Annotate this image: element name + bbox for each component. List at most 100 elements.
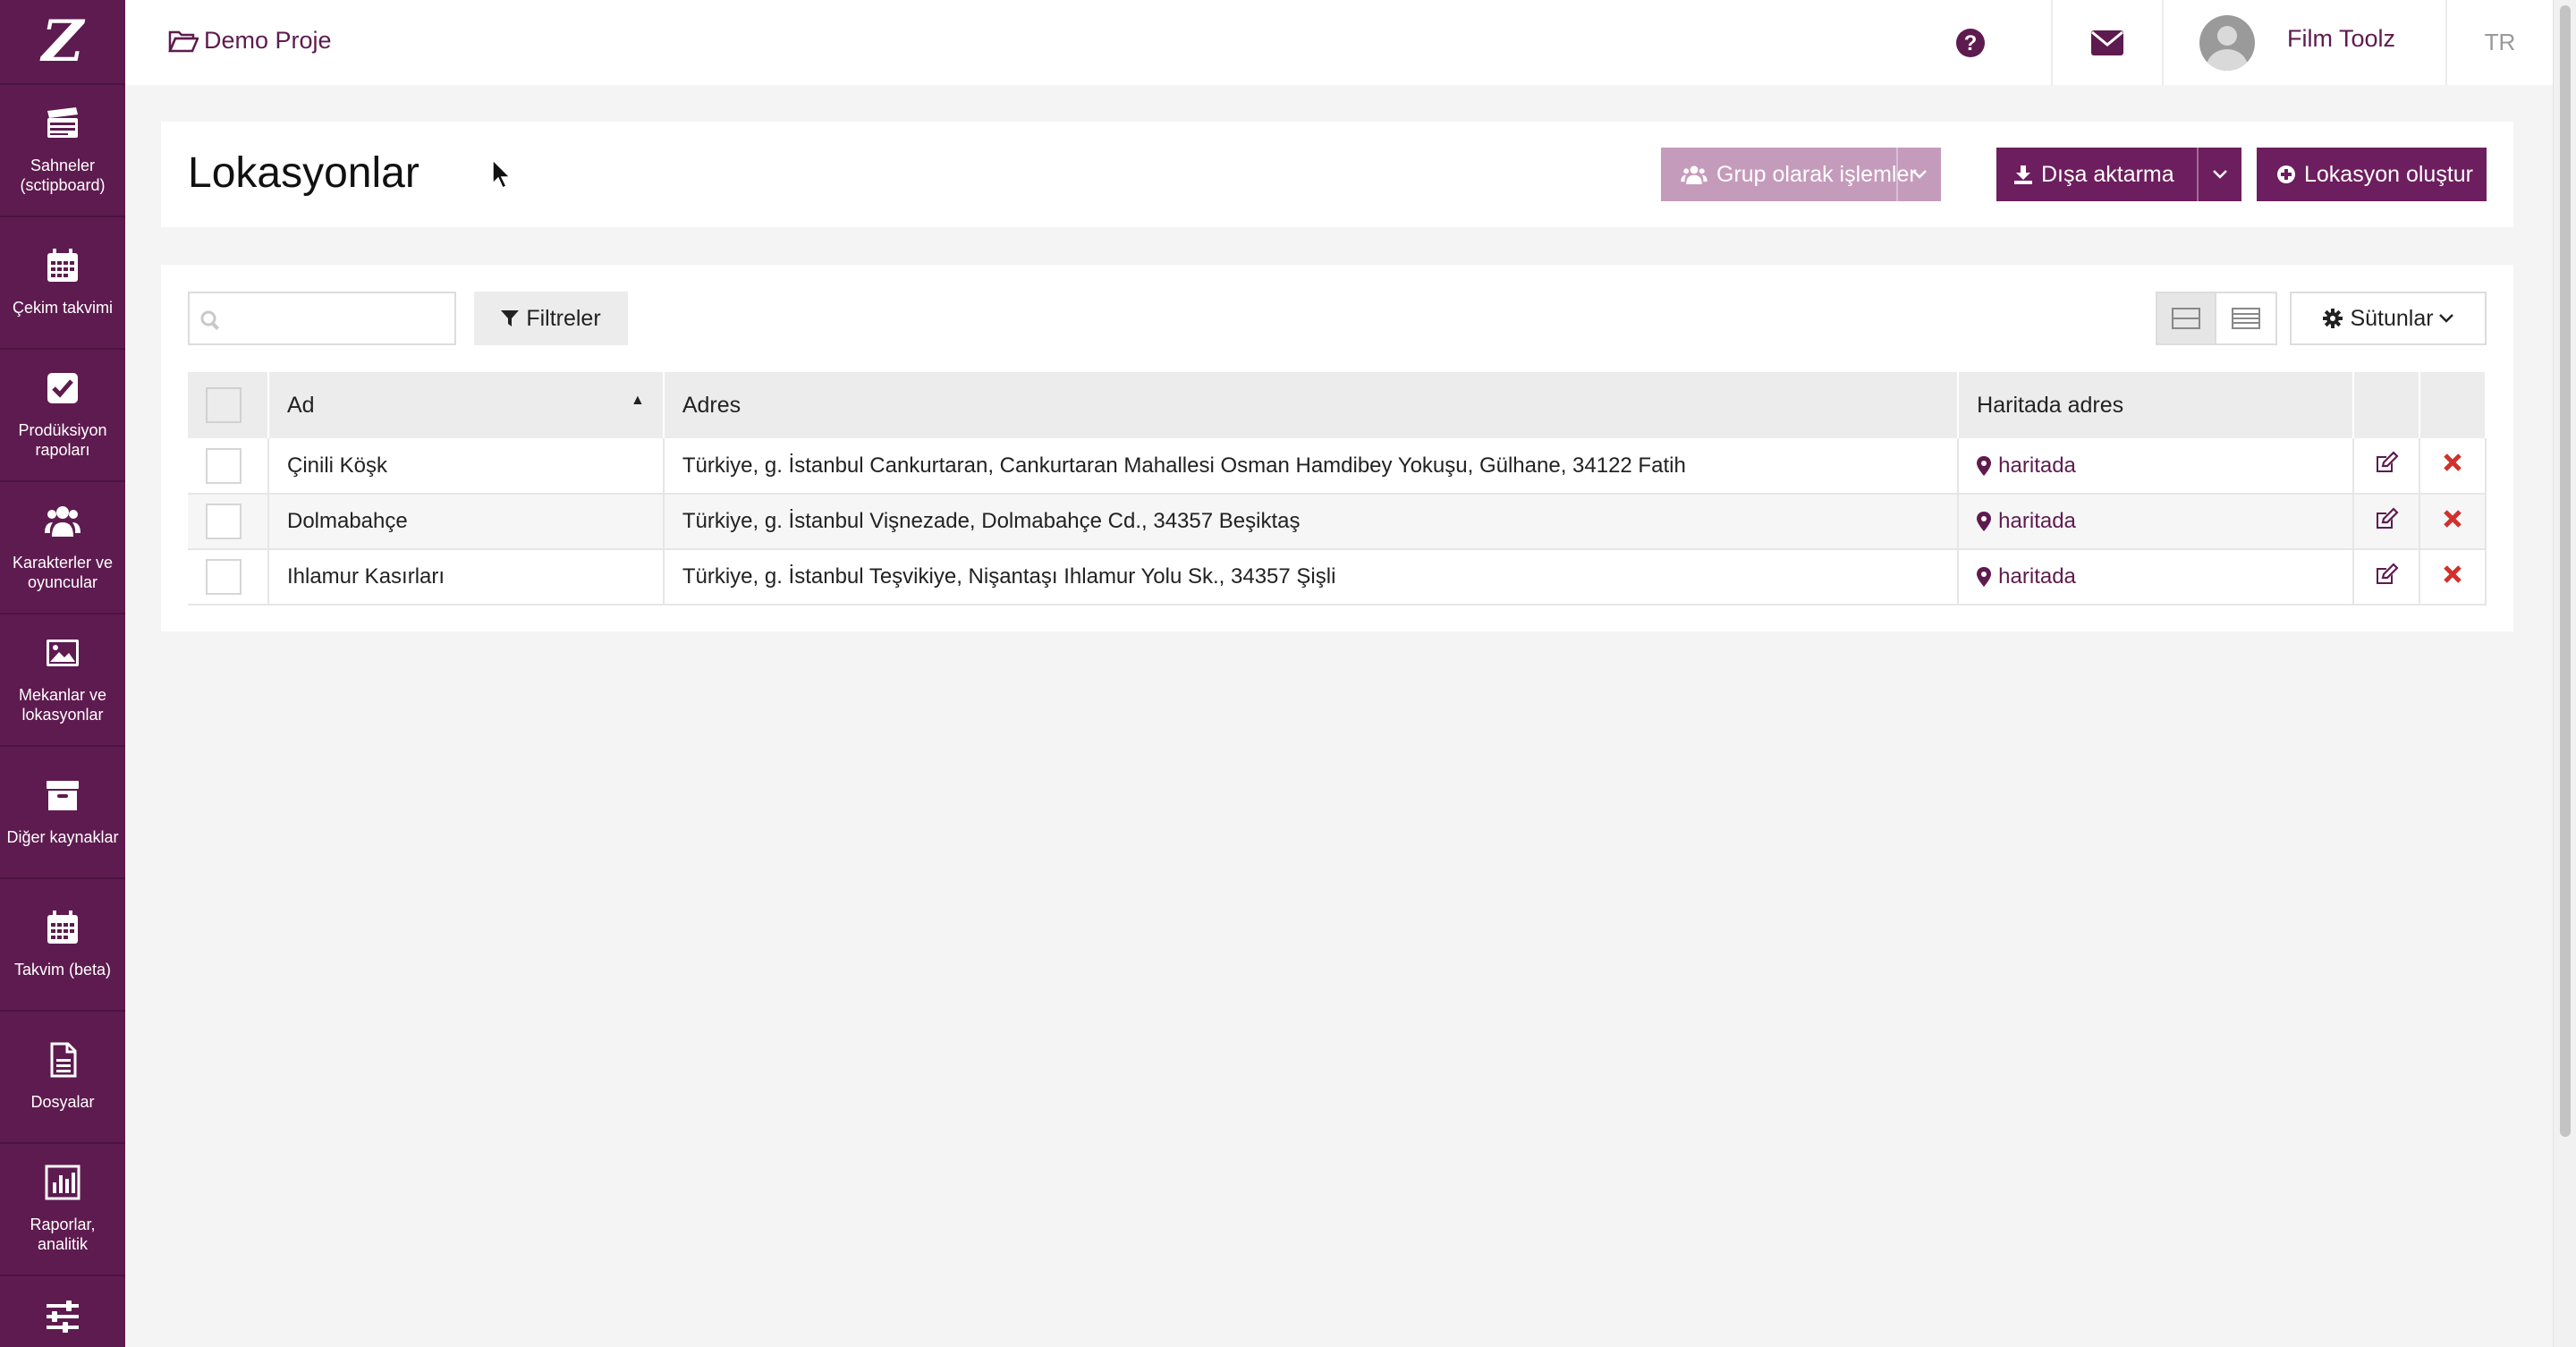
table-header-row: Ad ▲ Adres Haritada adres	[188, 372, 2487, 438]
sidebar-item-shooting-schedule[interactable]: Çekim takvimi	[0, 217, 125, 350]
edit-icon[interactable]	[2374, 562, 2399, 586]
location-name: Dolmabahçe	[267, 494, 665, 550]
sliders-icon	[47, 1300, 79, 1333]
users-icon	[1681, 165, 1707, 184]
list-icon	[2232, 308, 2260, 329]
page-title: Lokasyonlar	[188, 149, 419, 197]
row-checkbox[interactable]	[206, 447, 242, 484]
svg-text:?: ?	[1964, 31, 1978, 55]
sidebar-item-characters[interactable]: Karakterler ve oyuncular	[0, 482, 125, 614]
select-all-checkbox[interactable]	[206, 387, 242, 423]
sidebar-item-label: Karakterler ve oyuncular	[12, 554, 114, 591]
user-name: Film Toolz	[2286, 25, 2395, 52]
sidebar-item-label: Takvim (beta)	[13, 961, 112, 978]
page-header: Lokasyonlar Grup olarak işlemler Dışa ak…	[161, 122, 2513, 227]
location-name: Ihlamur Kasırları	[267, 549, 665, 606]
location-name: Çinili Köşk	[267, 438, 665, 495]
sidebar: Z Sahneler (sctipboard) Çekim takvimi Pr…	[0, 0, 125, 1347]
topbar: Demo Proje ? Film Toolz TR	[125, 0, 2553, 85]
compact-view-button[interactable]	[2157, 293, 2216, 343]
filters-button[interactable]: Filtreler	[474, 292, 628, 345]
app-logo[interactable]: Z	[0, 0, 125, 85]
map-link-label: haritada	[1998, 564, 2076, 589]
sidebar-item-scenes[interactable]: Sahneler (sctipboard)	[0, 85, 125, 217]
table-row: Çinili Köşk Türkiye, g. İstanbul Cankurt…	[188, 438, 2487, 495]
select-all-cell	[188, 372, 269, 438]
edit-cell	[2353, 494, 2420, 550]
avatar	[2199, 14, 2255, 71]
sidebar-item-label: Çekim takvimi	[12, 299, 113, 317]
sidebar-item-label: Dosyalar	[30, 1093, 95, 1111]
envelope-icon	[2090, 30, 2123, 55]
list-view-button[interactable]	[2216, 293, 2275, 343]
filter-icon	[501, 310, 520, 326]
map-link[interactable]: haritada	[1977, 509, 2334, 534]
create-location-button[interactable]: Lokasyon oluştur	[2257, 148, 2487, 201]
messages-button[interactable]	[2050, 0, 2162, 85]
project-selector[interactable]: Demo Proje	[168, 27, 332, 55]
archive-icon	[47, 781, 79, 810]
search-icon	[200, 310, 219, 330]
export-label: Dışa aktarma	[2041, 161, 2174, 187]
sidebar-item-reports[interactable]: Raporlar, analitik	[0, 1144, 125, 1276]
sidebar-item-label: Raporlar, analitik	[30, 1216, 96, 1253]
download-icon	[2014, 165, 2032, 184]
column-header-label: Ad	[286, 392, 315, 418]
column-header-address[interactable]: Adres	[663, 372, 1960, 438]
image-icon	[47, 640, 79, 666]
columns-button[interactable]: Sütunlar	[2290, 292, 2487, 345]
project-name: Demo Proje	[204, 27, 332, 54]
sidebar-item-calendar[interactable]: Takvim (beta)	[0, 879, 125, 1012]
sidebar-item-settings[interactable]	[0, 1276, 125, 1347]
map-marker-icon	[1977, 567, 1992, 587]
view-toggle	[2156, 292, 2277, 345]
edit-icon[interactable]	[2374, 506, 2399, 530]
export-dropdown-toggle[interactable]	[2197, 148, 2241, 201]
group-actions-button[interactable]: Grup olarak işlemler	[1661, 148, 1941, 201]
delete-icon[interactable]	[2443, 564, 2462, 584]
sidebar-item-label: Diğer kaynaklar	[6, 828, 119, 846]
column-header-label: Adres	[682, 392, 741, 418]
file-icon	[50, 1042, 77, 1078]
map-link[interactable]: haritada	[1977, 453, 2334, 479]
row-checkbox[interactable]	[206, 504, 242, 539]
export-button[interactable]: Dışa aktarma	[1996, 148, 2241, 201]
delete-cell	[2419, 549, 2487, 606]
search-input[interactable]	[188, 292, 456, 345]
map-link[interactable]: haritada	[1977, 564, 2334, 589]
location-address: Türkiye, g. İstanbul Cankurtaran, Cankur…	[663, 438, 1960, 495]
help-icon: ?	[1955, 28, 1985, 57]
delete-cell	[2419, 494, 2487, 550]
row-checkbox[interactable]	[206, 559, 242, 595]
chevron-down-icon	[2213, 170, 2227, 179]
create-location-label: Lokasyon oluştur	[2304, 161, 2474, 187]
delete-icon[interactable]	[2443, 453, 2462, 472]
row-select-cell	[188, 549, 269, 606]
scrollbar-thumb[interactable]	[2560, 5, 2571, 1137]
column-header-map[interactable]: Haritada adres	[1958, 372, 2355, 438]
location-address: Türkiye, g. İstanbul Vişnezade, Dolmabah…	[663, 494, 1960, 550]
page-scrollbar[interactable]	[2553, 0, 2576, 1347]
gear-icon	[2323, 309, 2343, 328]
sidebar-item-locations[interactable]: Mekanlar ve lokasyonlar	[0, 614, 125, 747]
map-marker-icon	[1977, 455, 1992, 476]
sort-ascending-icon: ▲	[631, 392, 645, 408]
table-row: Ihlamur Kasırları Türkiye, g. İstanbul T…	[188, 549, 2487, 606]
sidebar-item-other-resources[interactable]: Diğer kaynaklar	[0, 747, 125, 879]
delete-cell	[2419, 438, 2487, 495]
sidebar-item-files[interactable]: Dosyalar	[0, 1012, 125, 1144]
map-marker-icon	[1977, 512, 1992, 531]
rows-icon	[2172, 308, 2200, 329]
column-header-label: Haritada adres	[1977, 392, 2124, 418]
delete-icon[interactable]	[2443, 509, 2462, 529]
language-selector[interactable]: TR	[2445, 0, 2553, 85]
help-button[interactable]: ?	[1944, 0, 1997, 85]
checkbox-icon	[47, 373, 78, 403]
edit-icon[interactable]	[2374, 451, 2399, 474]
clapperboard-icon	[47, 107, 78, 138]
group-actions-dropdown-toggle[interactable]	[1896, 148, 1941, 201]
user-menu[interactable]: Film Toolz	[2161, 0, 2445, 85]
sidebar-item-production-reports[interactable]: Prodüksiyon rapoları	[0, 350, 125, 482]
column-header-name[interactable]: Ad ▲	[267, 372, 665, 438]
column-header-edit	[2353, 372, 2420, 438]
